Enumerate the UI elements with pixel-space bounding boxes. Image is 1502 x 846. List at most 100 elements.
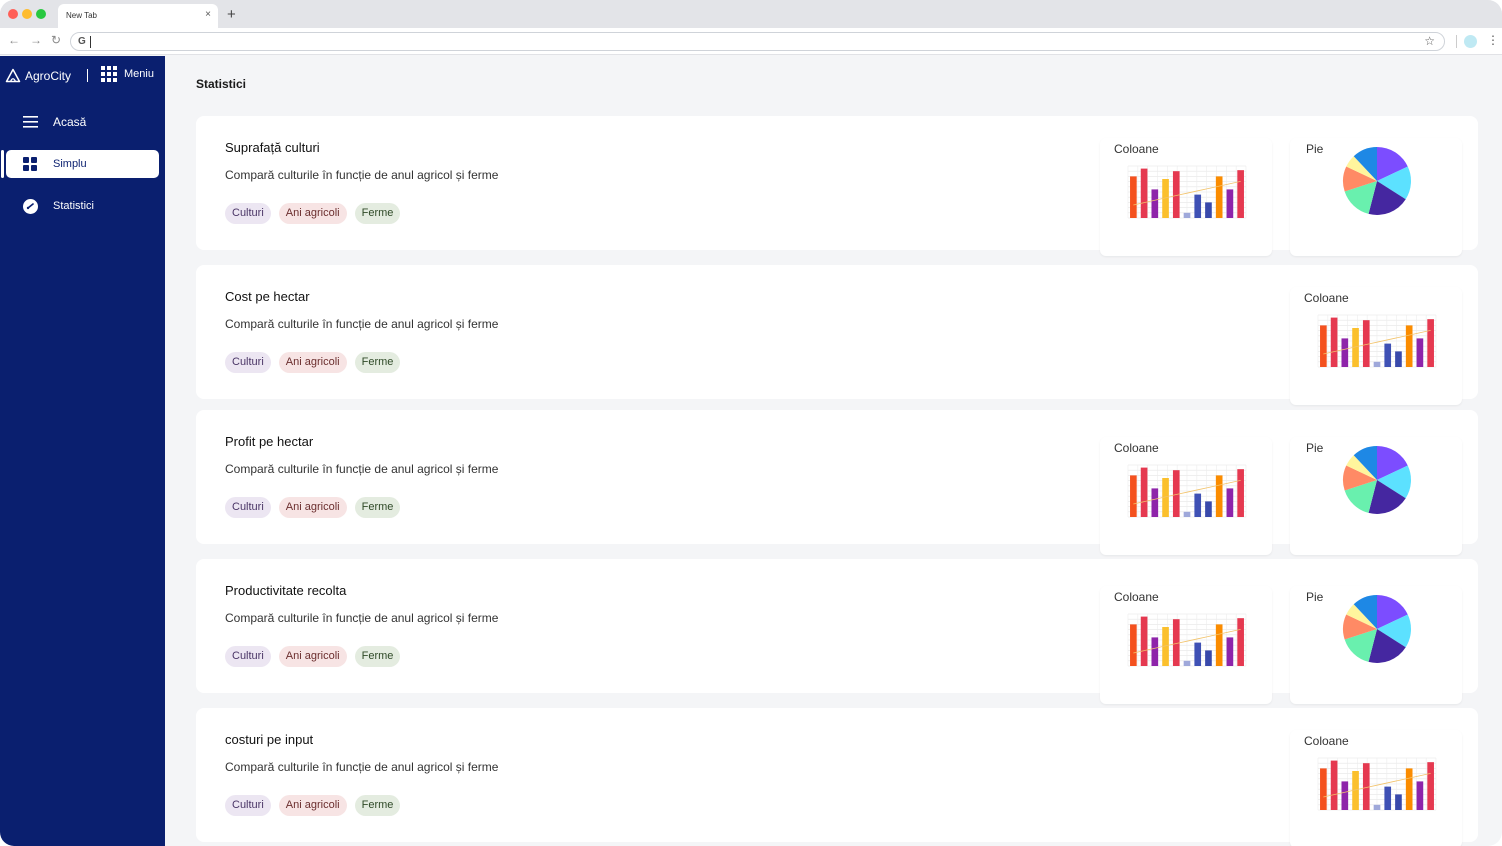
bookmark-star-icon[interactable]: ☆ bbox=[1424, 34, 1435, 48]
bar-mark bbox=[1140, 168, 1148, 218]
bar-mark bbox=[1384, 786, 1392, 810]
card-title: costuri pe input bbox=[225, 732, 314, 747]
tag-culturi[interactable]: Culturi bbox=[225, 352, 271, 373]
bar-mark bbox=[1427, 319, 1434, 367]
profile-avatar[interactable] bbox=[1464, 35, 1477, 48]
card-title: Profit pe hectar bbox=[225, 434, 314, 449]
card-description: Compară culturile în funcție de anul agr… bbox=[225, 611, 499, 625]
tab-close-icon[interactable]: × bbox=[205, 9, 211, 20]
minimize-window-button[interactable] bbox=[22, 9, 32, 19]
browser-tab[interactable]: New Tab × bbox=[58, 4, 218, 28]
bar-mark bbox=[1427, 762, 1434, 810]
close-window-button[interactable] bbox=[8, 9, 18, 19]
tag-ferme[interactable]: Ferme bbox=[354, 497, 401, 518]
preview-label: Pie bbox=[1306, 590, 1324, 604]
gauge-icon bbox=[23, 199, 38, 214]
stat-card-suprafata[interactable]: Suprafață culturi Compară culturile în f… bbox=[196, 116, 1478, 256]
back-arrow-icon[interactable]: ← bbox=[8, 33, 20, 47]
tag-list: Culturi Ani agricoli Ferme bbox=[225, 497, 401, 518]
tag-ani-agricoli[interactable]: Ani agricoli bbox=[278, 352, 347, 373]
bar-mark bbox=[1384, 343, 1392, 367]
bar-mark bbox=[1194, 642, 1202, 666]
tag-list: Culturi Ani agricoli Ferme bbox=[225, 352, 401, 373]
tag-culturi[interactable]: Culturi bbox=[225, 203, 271, 224]
preview-pie[interactable]: Pie bbox=[1290, 586, 1462, 704]
sidebar-item-label: Acasă bbox=[53, 115, 87, 129]
sidebar-item-statistici[interactable]: Statistici bbox=[6, 192, 159, 220]
brand-divider bbox=[87, 69, 88, 82]
pie-chart-thumbnail bbox=[1343, 595, 1411, 663]
card-description: Compară culturile în funcție de anul agr… bbox=[225, 168, 499, 182]
bar-mark bbox=[1151, 637, 1159, 666]
stat-card-costuri-input[interactable]: costuri pe input Compară culturile în fu… bbox=[196, 708, 1478, 846]
pie-chart-thumbnail bbox=[1343, 446, 1411, 514]
tag-ferme[interactable]: Ferme bbox=[354, 352, 401, 373]
sidebar-item-label: Simplu bbox=[53, 158, 87, 170]
sidebar-item-acasa[interactable]: Acasă bbox=[6, 108, 159, 136]
tag-list: Culturi Ani agricoli Ferme bbox=[225, 646, 401, 667]
tag-ani-agricoli[interactable]: Ani agricoli bbox=[278, 497, 347, 518]
maximize-window-button[interactable] bbox=[36, 9, 46, 19]
bar-mark bbox=[1416, 781, 1424, 810]
bar-mark bbox=[1373, 804, 1381, 810]
bar-mark bbox=[1416, 338, 1424, 367]
new-tab-button[interactable]: + bbox=[227, 6, 236, 23]
bar-mark bbox=[1320, 325, 1327, 367]
tag-culturi[interactable]: Culturi bbox=[225, 795, 271, 816]
bar-mark bbox=[1140, 616, 1148, 666]
reload-icon[interactable]: ↻ bbox=[51, 33, 61, 47]
bar-mark bbox=[1373, 361, 1381, 367]
forward-arrow-icon[interactable]: → bbox=[30, 33, 42, 47]
page-title: Statistici bbox=[196, 77, 247, 91]
tag-ferme[interactable]: Ferme bbox=[354, 646, 401, 667]
bar-mark bbox=[1320, 768, 1327, 810]
bar-mark bbox=[1395, 794, 1402, 810]
card-title: Suprafață culturi bbox=[225, 140, 320, 155]
tag-list: Culturi Ani agricoli Ferme bbox=[225, 203, 401, 224]
tag-culturi[interactable]: Culturi bbox=[225, 646, 271, 667]
tag-culturi[interactable]: Culturi bbox=[225, 497, 271, 518]
menu-button[interactable]: Meniu bbox=[101, 66, 154, 82]
preview-coloane[interactable]: Coloane bbox=[1290, 287, 1462, 405]
brand-logo[interactable]: AgroCity bbox=[5, 67, 71, 85]
bar-mark bbox=[1205, 501, 1212, 517]
sidebar-item-label: Statistici bbox=[53, 200, 94, 212]
bar-mark bbox=[1130, 176, 1137, 218]
bar-mark bbox=[1215, 475, 1223, 517]
preview-coloane[interactable]: Coloane bbox=[1290, 730, 1462, 846]
preview-pie[interactable]: Pie bbox=[1290, 437, 1462, 555]
tag-list: Culturi Ani agricoli Ferme bbox=[225, 795, 401, 816]
browser-menu-icon[interactable]: ⋮ bbox=[1487, 33, 1499, 47]
toolbar-divider bbox=[1456, 35, 1457, 48]
bar-mark bbox=[1172, 470, 1180, 517]
preview-coloane[interactable]: Coloane bbox=[1100, 138, 1272, 256]
tag-ani-agricoli[interactable]: Ani agricoli bbox=[278, 646, 347, 667]
card-description: Compară culturile în funcție de anul agr… bbox=[225, 317, 499, 331]
sidebar-item-simplu[interactable]: Simplu bbox=[6, 150, 159, 178]
bar-chart-thumbnail bbox=[1317, 757, 1437, 811]
stat-card-productivitate[interactable]: Productivitate recolta Compară culturile… bbox=[196, 559, 1478, 704]
dashboard-grid-icon bbox=[23, 157, 37, 171]
bar-mark bbox=[1151, 189, 1159, 218]
tag-ferme[interactable]: Ferme bbox=[354, 203, 401, 224]
bar-mark bbox=[1205, 650, 1212, 666]
sidebar: AgroCity Meniu Acasă Simplu Statistici bbox=[0, 56, 165, 846]
preview-pie[interactable]: Pie bbox=[1290, 138, 1462, 256]
bar-mark bbox=[1183, 212, 1191, 218]
bar-mark bbox=[1183, 511, 1191, 517]
bar-mark bbox=[1140, 467, 1148, 517]
pie-chart-thumbnail bbox=[1343, 147, 1411, 215]
card-title: Productivitate recolta bbox=[225, 583, 347, 598]
bar-mark bbox=[1237, 469, 1244, 517]
address-bar[interactable]: G ☆ bbox=[70, 32, 1445, 51]
preview-coloane[interactable]: Coloane bbox=[1100, 586, 1272, 704]
tag-ferme[interactable]: Ferme bbox=[354, 795, 401, 816]
tag-ani-agricoli[interactable]: Ani agricoli bbox=[278, 795, 347, 816]
preview-coloane[interactable]: Coloane bbox=[1100, 437, 1272, 555]
stat-card-cost-hectar[interactable]: Cost pe hectar Compară culturile în func… bbox=[196, 265, 1478, 405]
tag-ani-agricoli[interactable]: Ani agricoli bbox=[278, 203, 347, 224]
stat-card-profit-hectar[interactable]: Profit pe hectar Compară culturile în fu… bbox=[196, 410, 1478, 555]
bar-mark bbox=[1130, 475, 1137, 517]
bar-chart-thumbnail bbox=[1127, 464, 1247, 518]
brand-name: AgroCity bbox=[25, 69, 72, 83]
